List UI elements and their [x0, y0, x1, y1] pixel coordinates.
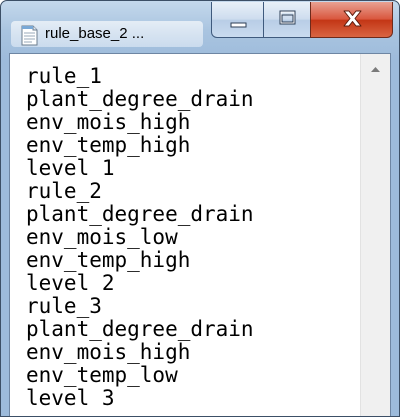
editor-area[interactable]: rule_1 plant_degree_drain env_mois_high …	[9, 53, 391, 416]
editor-line: env_mois_low	[26, 225, 178, 249]
minimize-button[interactable]	[211, 2, 264, 38]
editor-line: level 2	[26, 271, 115, 295]
editor-line: plant_degree_drain	[26, 317, 254, 341]
editor-line: env_temp_high	[26, 248, 191, 272]
editor-line: rule_2	[26, 179, 102, 203]
vertical-scrollbar[interactable]	[360, 54, 390, 416]
editor-line: rule_1	[26, 65, 102, 88]
chevron-up-icon	[371, 67, 380, 72]
close-icon	[343, 10, 362, 27]
notepad-document-icon	[21, 25, 38, 46]
scroll-up-button[interactable]	[361, 54, 390, 84]
editor-line: level 3	[26, 386, 115, 410]
editor-line: env_mois_high	[26, 110, 191, 134]
title-bar[interactable]: rule_base_2 ...	[1, 1, 399, 53]
editor-line: env_mois_high	[26, 340, 191, 364]
editor-line: level 1	[26, 156, 115, 180]
maximize-button[interactable]	[263, 2, 311, 38]
editor-line: env_temp_high	[26, 133, 191, 157]
notepad-window: rule_base_2 ... rule_1 plant_degree_drai…	[0, 0, 400, 417]
editor-line: plant_degree_drain	[26, 202, 254, 226]
maximize-icon	[279, 10, 296, 25]
editor-line: rule_3	[26, 294, 102, 318]
window-title: rule_base_2 ...	[45, 25, 145, 42]
editor-text[interactable]: rule_1 plant_degree_drain env_mois_high …	[26, 65, 356, 416]
minimize-icon	[230, 22, 247, 28]
close-button[interactable]	[310, 2, 393, 38]
editor-line: plant_degree_drain	[26, 87, 254, 111]
editor-line: env_temp_low	[26, 363, 178, 387]
